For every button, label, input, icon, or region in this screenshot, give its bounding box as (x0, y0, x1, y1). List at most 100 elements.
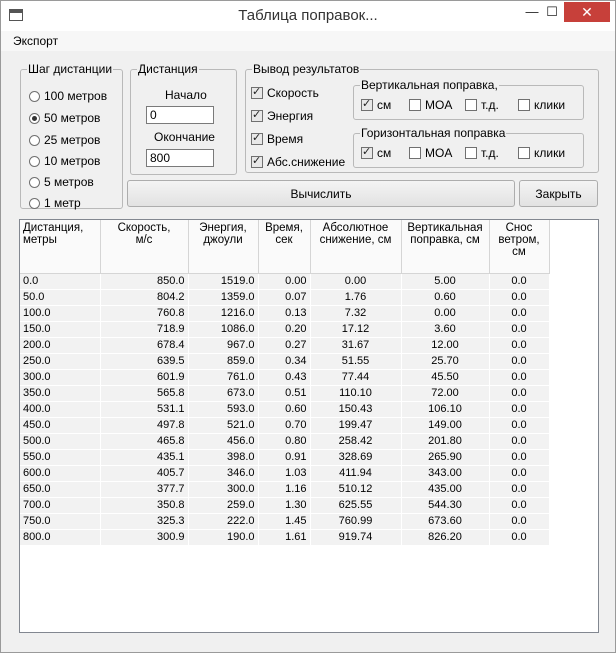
cell-energy: 190.0 (188, 529, 259, 546)
table-row[interactable]: 400.0 531.1 593.0 0.60 150.43 106.10 0.0 (20, 401, 550, 418)
radio-button[interactable] (29, 155, 40, 167)
vertical-td-checkbox[interactable]: т.д. (465, 97, 499, 113)
checkbox[interactable] (409, 99, 421, 111)
checkbox-time[interactable]: Время (251, 131, 303, 147)
checkbox[interactable] (251, 85, 263, 99)
checkbox[interactable] (518, 147, 530, 159)
close-icon[interactable]: ✕ (564, 2, 610, 22)
checkbox[interactable] (465, 147, 477, 159)
table-row[interactable]: 450.0 497.8 521.0 0.70 199.47 149.00 0.0 (20, 417, 550, 434)
checkbox[interactable] (409, 147, 421, 159)
table-row[interactable]: 500.0 465.8 456.0 0.80 258.42 201.80 0.0 (20, 433, 550, 450)
table-row[interactable]: 50.0 804.2 1359.0 0.07 1.76 0.60 0.0 (20, 289, 550, 306)
cell-speed: 531.1 (100, 401, 189, 418)
radio-button[interactable] (29, 134, 40, 146)
cell-vertical-correction: 3.60 (401, 321, 490, 338)
cell-wind-drift: 0.0 (489, 465, 550, 482)
table-row[interactable]: 100.0 760.8 1216.0 0.13 7.32 0.00 0.0 (20, 305, 550, 322)
menu-export[interactable]: Экспорт (13, 34, 58, 48)
cell-wind-drift: 0.0 (489, 385, 550, 402)
cell-time: 0.20 (258, 321, 311, 338)
cell-abs-drop: 150.43 (310, 401, 402, 418)
column-header-energy[interactable]: Энергия, джоули (188, 220, 259, 274)
maximize-icon[interactable]: ☐ (537, 2, 567, 22)
table-row[interactable]: 250.0 639.5 859.0 0.34 51.55 25.70 0.0 (20, 353, 550, 370)
checkbox[interactable] (361, 97, 373, 111)
radio-step-100[interactable]: 100 метров (29, 88, 107, 104)
table-row[interactable]: 350.0 565.8 673.0 0.51 110.10 72.00 0.0 (20, 385, 550, 402)
radio-step-1[interactable]: 1 метр (29, 195, 81, 211)
table-row[interactable]: 0.0 850.0 1519.0 0.00 0.00 5.00 0.0 (20, 273, 550, 290)
vertical-clicks-checkbox[interactable]: клики (518, 97, 565, 113)
checkbox[interactable] (361, 145, 373, 159)
end-input[interactable] (146, 149, 214, 167)
table-row[interactable]: 300.0 601.9 761.0 0.43 77.44 45.50 0.0 (20, 369, 550, 386)
checkbox[interactable] (465, 99, 477, 111)
radio-button[interactable] (29, 197, 40, 209)
column-header-vertical-correction[interactable]: Вертикальная поправка, см (401, 220, 490, 274)
column-header-time[interactable]: Время, сек (258, 220, 311, 274)
radio-step-50[interactable]: 50 метров (29, 110, 100, 126)
checkbox-speed[interactable]: Скорость (251, 85, 319, 101)
checkbox-label: см (377, 98, 392, 112)
cell-time: 0.00 (258, 273, 311, 290)
cell-wind-drift: 0.0 (489, 337, 550, 354)
checkbox-abs-drop[interactable]: Абс.снижение (251, 154, 345, 170)
table-row[interactable]: 600.0 405.7 346.0 1.03 411.94 343.00 0.0 (20, 465, 550, 482)
radio-step-25[interactable]: 25 метров (29, 132, 100, 148)
horizontal-td-checkbox[interactable]: т.д. (465, 145, 499, 161)
column-header-wind-drift[interactable]: Снос ветром, см (489, 220, 550, 274)
vertical-group-legend: Вертикальная поправка, (361, 78, 498, 92)
close-button[interactable]: Закрыть (519, 180, 598, 207)
cell-speed: 465.8 (100, 433, 189, 450)
column-header-abs-drop[interactable]: Абсолютное снижение, см (310, 220, 402, 274)
cell-abs-drop: 760.99 (310, 513, 402, 530)
checkbox[interactable] (251, 131, 263, 145)
horizontal-cm-checkbox[interactable]: см (361, 145, 391, 161)
table-row[interactable]: 800.0 300.9 190.0 1.61 919.74 826.20 0.0 (20, 529, 550, 546)
start-input[interactable] (146, 106, 214, 124)
cell-wind-drift: 0.0 (489, 529, 550, 546)
cell-speed: 850.0 (100, 273, 189, 290)
cell-distance: 500.0 (20, 433, 101, 450)
cell-energy: 398.0 (188, 449, 259, 466)
column-header-distance[interactable]: Дистанция, метры (20, 220, 101, 274)
checkbox[interactable] (251, 154, 263, 168)
cell-distance: 400.0 (20, 401, 101, 418)
column-header-speed[interactable]: Скорость, м/с (100, 220, 189, 274)
table-row[interactable]: 150.0 718.9 1086.0 0.20 17.12 3.60 0.0 (20, 321, 550, 338)
calculate-button[interactable]: Вычислить (127, 180, 515, 207)
checkbox[interactable] (251, 108, 263, 122)
table-row[interactable]: 550.0 435.1 398.0 0.91 328.69 265.90 0.0 (20, 449, 550, 466)
radio-button-selected[interactable] (29, 112, 40, 124)
cell-energy: 1359.0 (188, 289, 259, 306)
checkbox-label: Скорость (267, 86, 319, 100)
horizontal-clicks-checkbox[interactable]: клики (518, 145, 565, 161)
table-row[interactable]: 200.0 678.4 967.0 0.27 31.67 12.00 0.0 (20, 337, 550, 354)
table-row[interactable]: 750.0 325.3 222.0 1.45 760.99 673.60 0.0 (20, 513, 550, 530)
vertical-moa-checkbox[interactable]: MOA (409, 97, 452, 113)
cell-speed: 405.7 (100, 465, 189, 482)
cell-vertical-correction: 343.00 (401, 465, 490, 482)
cell-vertical-correction: 106.10 (401, 401, 490, 418)
vertical-cm-checkbox[interactable]: см (361, 97, 391, 113)
radio-button[interactable] (29, 90, 40, 102)
checkbox-label: т.д. (481, 98, 499, 112)
radio-step-10[interactable]: 10 метров (29, 153, 100, 169)
radio-label: 25 метров (44, 133, 101, 147)
cell-energy: 346.0 (188, 465, 259, 482)
checkbox-label: Энергия (267, 109, 314, 123)
table-row[interactable]: 700.0 350.8 259.0 1.30 625.55 544.30 0.0 (20, 497, 550, 514)
cell-vertical-correction: 45.50 (401, 369, 490, 386)
results-table[interactable]: Дистанция, метры Скорость, м/с Энергия, джо… (19, 219, 599, 633)
radio-button[interactable] (29, 176, 40, 188)
checkbox[interactable] (518, 99, 530, 111)
radio-step-5[interactable]: 5 метров (29, 174, 94, 190)
horizontal-correction-group: Горизонтальная поправка см MOA т.д. клик… (353, 126, 584, 168)
table-row[interactable]: 650.0 377.7 300.0 1.16 510.12 435.00 0.0 (20, 481, 550, 498)
cell-energy: 1216.0 (188, 305, 259, 322)
cell-energy: 761.0 (188, 369, 259, 386)
horizontal-moa-checkbox[interactable]: MOA (409, 145, 452, 161)
checkbox-energy[interactable]: Энергия (251, 108, 313, 124)
cell-energy: 673.0 (188, 385, 259, 402)
